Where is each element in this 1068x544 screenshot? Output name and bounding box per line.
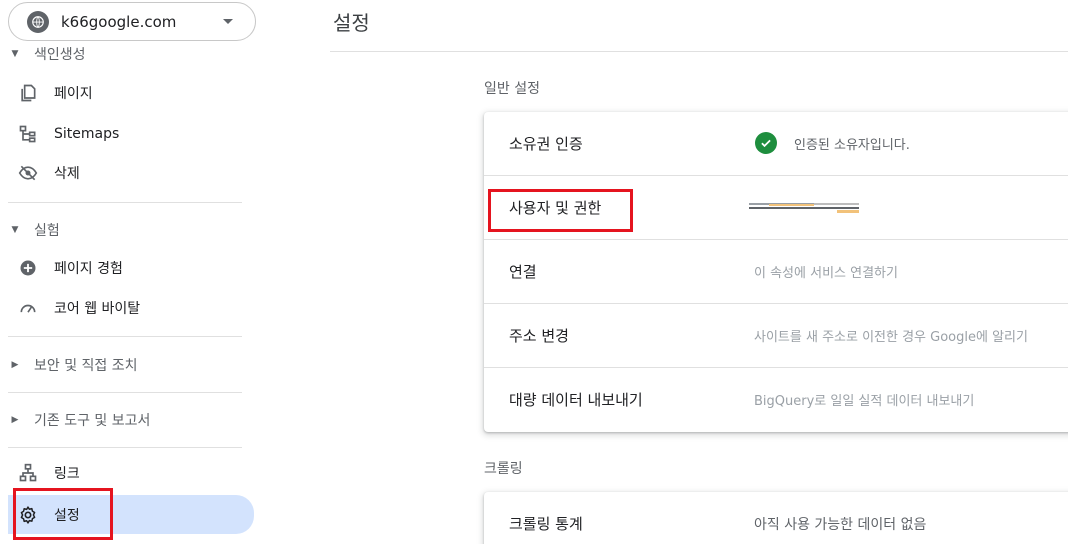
- sidebar-item-links[interactable]: 링크: [8, 455, 254, 491]
- section-header-legacy[interactable]: ▶ 기존 도구 및 보고서: [8, 410, 151, 430]
- section-header-experiments[interactable]: ▼ 실험: [8, 220, 60, 240]
- crawling-settings-card: 크롤링 통계 아직 사용 가능한 데이터 없음: [484, 492, 1068, 544]
- sidebar-item-label: 삭제: [54, 166, 80, 182]
- plus-circle-icon: [16, 256, 40, 280]
- row-label: 연결: [509, 263, 537, 281]
- row-value: 아직 사용 가능한 데이터 없음: [754, 517, 927, 533]
- row-label: 크롤링 통계: [509, 515, 583, 533]
- chevron-down-icon: ▼: [11, 49, 19, 59]
- row-label: 대량 데이터 내보내기: [509, 391, 643, 409]
- chevron-down-icon: ▼: [11, 225, 19, 235]
- chevron-right-icon: ▶: [11, 415, 19, 425]
- highlight-box-users-permissions: [488, 189, 633, 232]
- general-settings-card: 소유권 인증 인증된 소유자입니다. 사용자 및 권한 연결 이 속성에 서비스…: [484, 112, 1068, 432]
- sidebar-item-core-web-vitals[interactable]: 코어 웹 바이탈: [8, 290, 254, 326]
- check-circle-icon: [755, 132, 777, 154]
- page-title: 설정: [333, 11, 370, 35]
- sidebar-item-sitemaps[interactable]: Sitemaps: [8, 116, 254, 152]
- row-label: 주소 변경: [509, 327, 569, 345]
- sidebar-item-label: 코어 웹 바이탈: [54, 301, 141, 317]
- gauge-icon: [16, 296, 40, 320]
- row-value: 인증된 소유자입니다.: [794, 138, 910, 153]
- property-name: k66google.com: [61, 13, 177, 31]
- highlight-box-settings: [13, 488, 113, 540]
- property-selector[interactable]: k66google.com: [8, 2, 256, 41]
- row-label: 소유권 인증: [509, 135, 583, 153]
- section-header-security[interactable]: ▶ 보안 및 직접 조치: [8, 355, 138, 375]
- pages-icon: [16, 81, 40, 105]
- sidebar-item-label: 페이지 경험: [54, 261, 123, 277]
- divider: [8, 336, 242, 337]
- settings-row-ownership[interactable]: 소유권 인증 인증된 소유자입니다.: [484, 112, 1068, 176]
- globe-icon: [27, 11, 49, 33]
- links-icon: [16, 461, 40, 485]
- dropdown-arrow-icon: [223, 19, 233, 24]
- row-value: BigQuery로 일일 실적 데이터 내보내기: [754, 394, 975, 409]
- search-console-settings: ▼ 색인생성 k66google.com 페이지 Sitemaps 삭제 ▼ 실…: [0, 0, 1068, 544]
- section-title-crawling: 크롤링: [484, 461, 523, 477]
- divider: [330, 51, 1068, 52]
- section-header-indexing[interactable]: ▼ 색인생성: [8, 44, 86, 64]
- settings-row-crawl-stats[interactable]: 크롤링 통계 아직 사용 가능한 데이터 없음: [484, 492, 1068, 544]
- redacted-value: [749, 203, 859, 215]
- chevron-right-icon: ▶: [11, 360, 19, 370]
- row-value: 사이트를 새 주소로 이전한 경우 Google에 알리기: [754, 330, 1028, 345]
- sidebar: ▼ 색인생성 k66google.com 페이지 Sitemaps 삭제 ▼ 실…: [0, 0, 262, 544]
- sitemap-icon: [16, 122, 40, 146]
- sidebar-item-page-experience[interactable]: 페이지 경험: [8, 250, 254, 286]
- sidebar-item-removals[interactable]: 삭제: [8, 155, 254, 191]
- divider: [8, 447, 242, 448]
- settings-row-bulk-export[interactable]: 대량 데이터 내보내기 BigQuery로 일일 실적 데이터 내보내기: [484, 368, 1068, 432]
- sidebar-item-label: 페이지: [54, 86, 93, 102]
- divider: [8, 392, 242, 393]
- section-title-general: 일반 설정: [484, 81, 540, 97]
- sidebar-item-pages[interactable]: 페이지: [8, 75, 254, 111]
- settings-row-associations[interactable]: 연결 이 속성에 서비스 연결하기: [484, 240, 1068, 304]
- divider: [8, 202, 242, 203]
- settings-row-change-of-address[interactable]: 주소 변경 사이트를 새 주소로 이전한 경우 Google에 알리기: [484, 304, 1068, 368]
- sidebar-item-label: 링크: [54, 466, 80, 482]
- eye-off-icon: [16, 161, 40, 185]
- row-value: 이 속성에 서비스 연결하기: [754, 266, 898, 281]
- sidebar-item-label: Sitemaps: [54, 126, 120, 142]
